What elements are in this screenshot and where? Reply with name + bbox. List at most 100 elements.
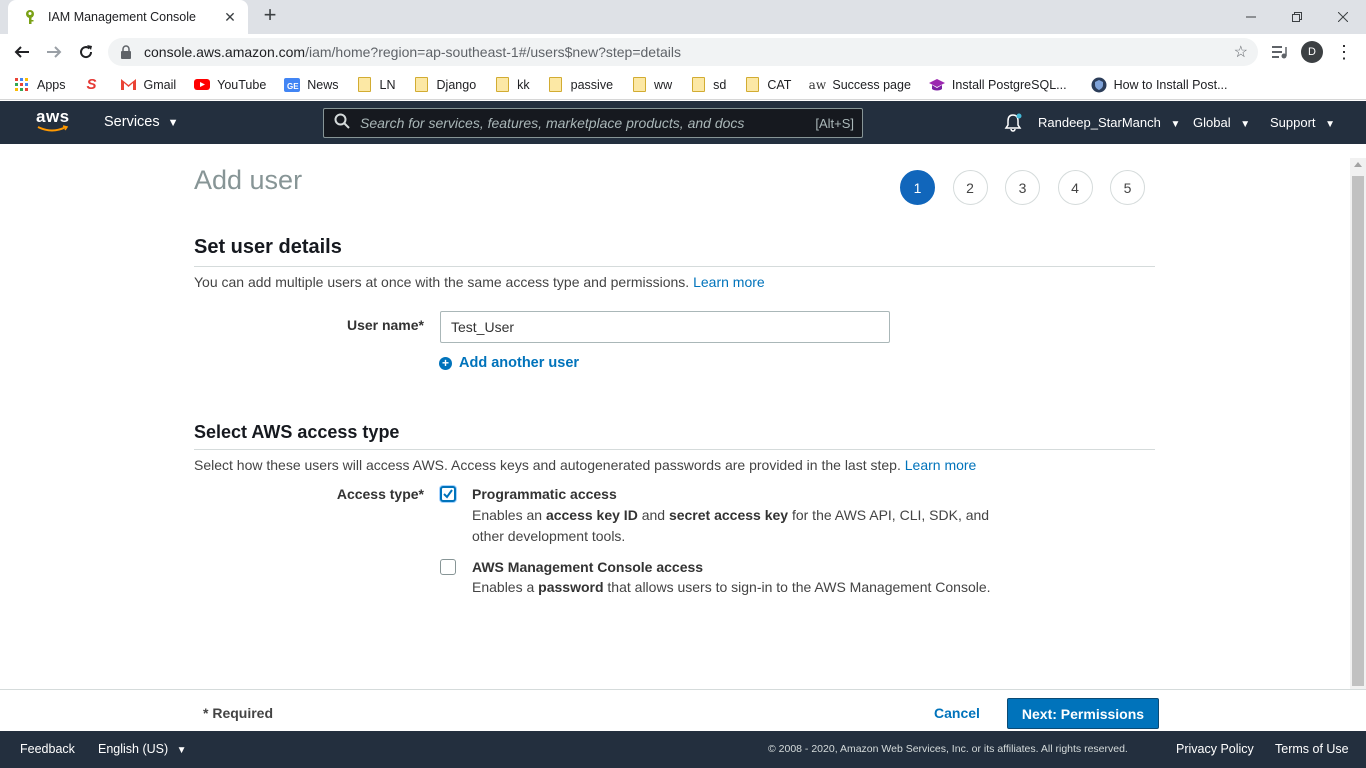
folder-icon [744,77,760,93]
bookmark-cat[interactable]: CAT [744,77,791,93]
tab-title: IAM Management Console [48,10,196,24]
step-3[interactable]: 3 [1005,170,1040,205]
privacy-policy-link[interactable]: Privacy Policy [1176,742,1254,756]
url-path: /iam/home?region=ap-southeast-1#/users$n… [305,44,681,60]
caret-down-icon: ▼ [1325,119,1336,130]
shield-logo-icon [1091,77,1107,93]
step-4[interactable]: 4 [1057,170,1093,205]
access-type-label: Access type* [336,486,424,502]
aws-search-bar[interactable]: Search for services, features, marketpla… [323,108,863,138]
bookmark-passive[interactable]: passive [548,77,613,93]
bookmark-kk[interactable]: kk [494,77,530,93]
address-bar[interactable]: console.aws.amazon.com/iam/home?region=a… [108,38,1258,66]
learn-more-link[interactable]: Learn more [693,274,765,290]
support-label: Support [1270,115,1316,130]
wizard-action-bar: * Required Cancel Next: Permissions [0,689,1366,731]
services-menu[interactable]: Services ▼ [104,114,179,130]
step-1[interactable]: 1 [900,170,935,205]
wizard-steps: 1 2 3 4 5 [900,170,1163,205]
user-name-input[interactable]: Test_User [440,311,890,343]
desc-text: Enables an [472,507,546,523]
new-tab-button[interactable]: + [258,4,282,28]
console-access-title: AWS Management Console access [472,559,704,575]
bookmark-label: sd [713,77,727,92]
reload-icon[interactable] [74,40,98,64]
scrollbar-thumb[interactable] [1352,176,1364,686]
bookmark-django[interactable]: Django [414,77,477,93]
media-control-icon[interactable] [1268,40,1292,64]
scroll-up-arrow-icon[interactable] [1354,162,1362,167]
bookmark-label: kk [517,77,530,92]
bookmark-apps[interactable]: Apps [14,77,66,93]
caret-down-icon: ▼ [176,745,187,756]
browser-tab[interactable]: IAM Management Console ✕ [8,0,248,34]
bookmark-star-icon[interactable]: ☆ [1234,42,1248,62]
programmatic-access-checkbox[interactable] [440,486,456,502]
folder-icon [690,77,706,93]
bookmark-label: passive [570,77,614,92]
cancel-button[interactable]: Cancel [934,705,980,721]
key-favicon-icon [22,9,38,25]
bookmark-gmail[interactable]: Gmail [121,77,176,93]
bookmark-label: Success page [832,77,911,92]
copyright-text: © 2008 - 2020, Amazon Web Services, Inc.… [768,743,1128,755]
restore-icon[interactable] [1274,0,1320,34]
caret-down-icon: ▼ [1170,119,1181,130]
step-5[interactable]: 5 [1110,170,1145,205]
add-another-user-label: Add another user [459,355,580,371]
back-arrow-icon[interactable] [10,40,34,64]
page-scrollbar[interactable] [1350,158,1366,689]
forward-arrow-icon[interactable] [42,40,66,64]
aws-logo-text: aws [36,107,70,126]
main-content: Add user 1 2 3 4 5 Set user details You … [0,144,1350,689]
profile-avatar[interactable]: D [1300,40,1324,64]
user-name-label: User name* [346,317,424,333]
close-window-icon[interactable] [1320,0,1366,34]
bookmark-youtube[interactable]: YouTube [194,77,266,93]
bookmark-how-to-install[interactable]: How to Install Post... [1091,77,1228,93]
bookmark-ln[interactable]: LN [357,77,396,93]
feedback-link[interactable]: Feedback [20,742,75,756]
graduation-cap-icon [928,77,945,93]
learn-more-link[interactable]: Learn more [905,457,977,473]
aws-logo[interactable]: aws [36,107,70,135]
checkmark-icon [443,489,453,499]
bookmark-success-page[interactable]: aw Success page [809,77,911,93]
section-divider [194,266,1155,267]
search-placeholder: Search for services, features, marketpla… [360,115,745,131]
search-shortcut: [Alt+S] [815,115,854,131]
bookmark-ww[interactable]: ww [631,77,672,93]
programmatic-access-description: Enables an access key ID and secret acce… [472,505,1002,547]
plus-circle-icon: + [439,356,452,370]
desc-text: Enables a [472,579,539,595]
bookmark-news[interactable]: GE News [284,77,339,93]
language-selector[interactable]: English (US) ▼ [98,742,187,756]
notifications-bell-icon[interactable] [1003,113,1023,136]
bookmark-install-postgresql[interactable]: Install PostgreSQL... [928,77,1067,93]
bookmark-label: Django [436,77,477,92]
access-type-heading: Select AWS access type [194,422,400,442]
folder-icon [414,77,430,93]
region-menu[interactable]: Global ▼ [1193,115,1250,130]
next-permissions-button[interactable]: Next: Permissions [1007,698,1159,729]
desc-text: that allows users to sign-in to the AWS … [603,579,991,595]
bookmark-s[interactable]: S [84,76,107,93]
programmatic-access-title: Programmatic access [472,486,617,502]
bookmark-sd[interactable]: sd [690,77,726,93]
browser-tab-strip: IAM Management Console ✕ + [0,0,1366,34]
support-menu[interactable]: Support ▼ [1270,115,1335,130]
aws-footer: Feedback English (US) ▼ © 2008 - 2020, A… [0,731,1366,768]
gmail-icon [121,77,137,93]
terms-of-use-link[interactable]: Terms of Use [1275,742,1349,756]
add-another-user-button[interactable]: + Add another user [439,355,579,371]
step-2[interactable]: 2 [952,170,988,205]
console-access-checkbox[interactable] [440,559,456,575]
youtube-icon [194,77,211,93]
minimize-icon[interactable] [1228,0,1274,34]
tab-close-icon[interactable]: ✕ [222,9,238,26]
set-user-details-heading: Set user details [194,236,342,258]
url-host: console.aws.amazon.com [144,44,306,60]
console-access-description: Enables a password that allows users to … [472,577,1012,598]
account-menu[interactable]: Randeep_StarManch ▼ [1038,115,1180,130]
browser-menu-icon[interactable]: ⋮ [1332,40,1356,64]
